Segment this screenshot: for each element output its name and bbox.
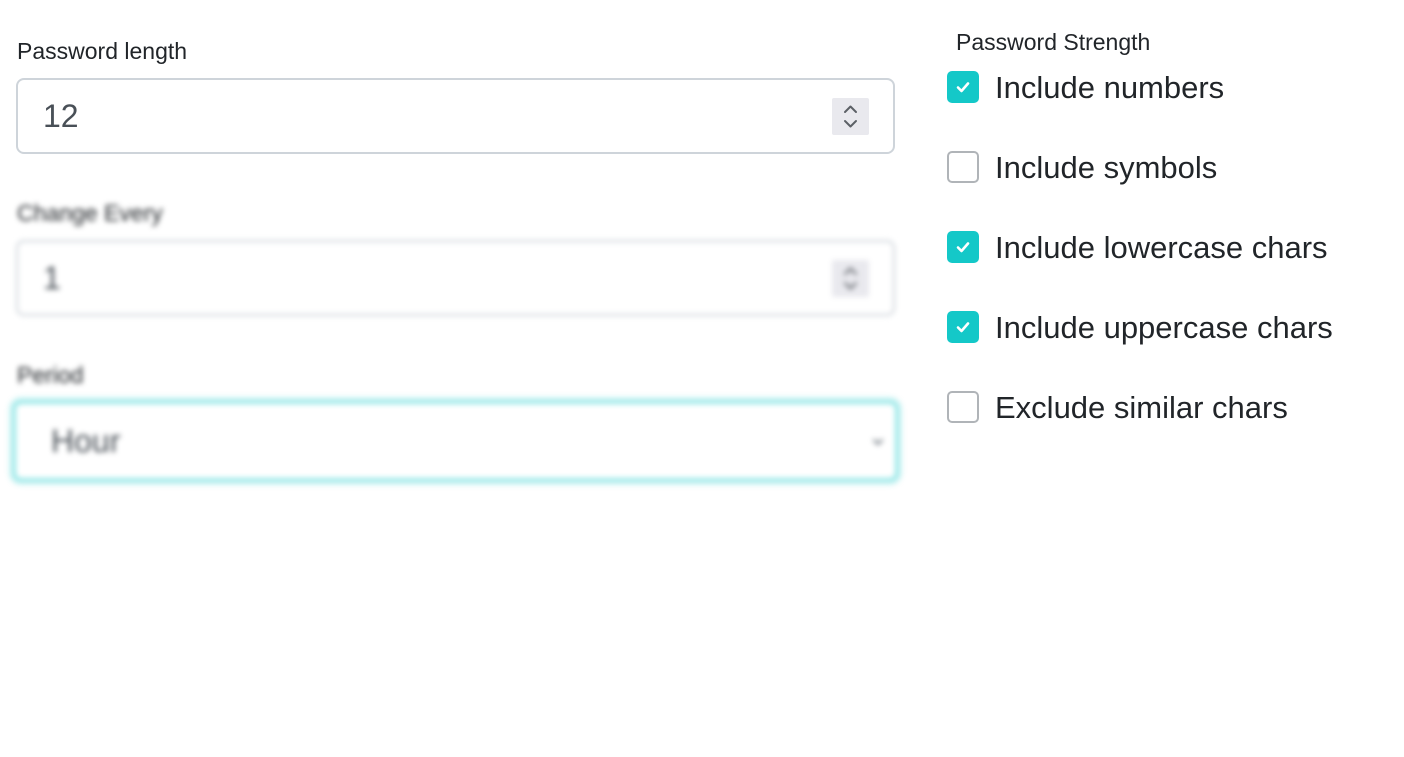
exclude-similar-checkbox[interactable]: [947, 391, 979, 423]
change-every-stepper[interactable]: [832, 260, 869, 297]
chevron-up-down-icon: [844, 267, 857, 290]
include-lowercase-checkbox[interactable]: [947, 231, 979, 263]
option-include-numbers[interactable]: Include numbers: [947, 70, 1224, 104]
include-symbols-label: Include symbols: [995, 149, 1218, 185]
include-numbers-checkbox[interactable]: [947, 71, 979, 103]
option-include-symbols[interactable]: Include symbols: [947, 150, 1217, 184]
checkmark-icon: [956, 82, 970, 93]
period-select[interactable]: Hour: [13, 401, 898, 481]
include-uppercase-checkbox[interactable]: [947, 311, 979, 343]
password-strength-title: Password Strength: [956, 29, 1151, 55]
option-include-uppercase[interactable]: Include uppercase chars: [947, 310, 1333, 344]
checkmark-icon: [956, 322, 970, 333]
include-symbols-checkbox[interactable]: [947, 151, 979, 183]
period-selected-value: Hour: [51, 423, 121, 459]
include-lowercase-label: Include lowercase chars: [995, 229, 1328, 265]
include-numbers-label: Include numbers: [995, 69, 1225, 105]
option-exclude-similar[interactable]: Exclude similar chars: [947, 390, 1288, 424]
checkmark-icon: [956, 242, 970, 253]
password-length-label: Password length: [17, 38, 188, 64]
change-every-input[interactable]: 1: [16, 240, 895, 316]
option-include-lowercase[interactable]: Include lowercase chars: [947, 230, 1328, 264]
change-every-value: 1: [43, 260, 61, 296]
password-length-value: 12: [43, 98, 79, 134]
password-length-stepper[interactable]: [832, 98, 869, 135]
change-every-label: Change Every: [17, 200, 163, 226]
chevron-up-down-icon: [844, 105, 857, 128]
period-label: Period: [17, 362, 84, 388]
exclude-similar-label: Exclude similar chars: [995, 389, 1288, 425]
include-uppercase-label: Include uppercase chars: [995, 309, 1333, 345]
password-length-input[interactable]: 12: [16, 78, 895, 154]
chevron-down-icon: [871, 435, 885, 449]
